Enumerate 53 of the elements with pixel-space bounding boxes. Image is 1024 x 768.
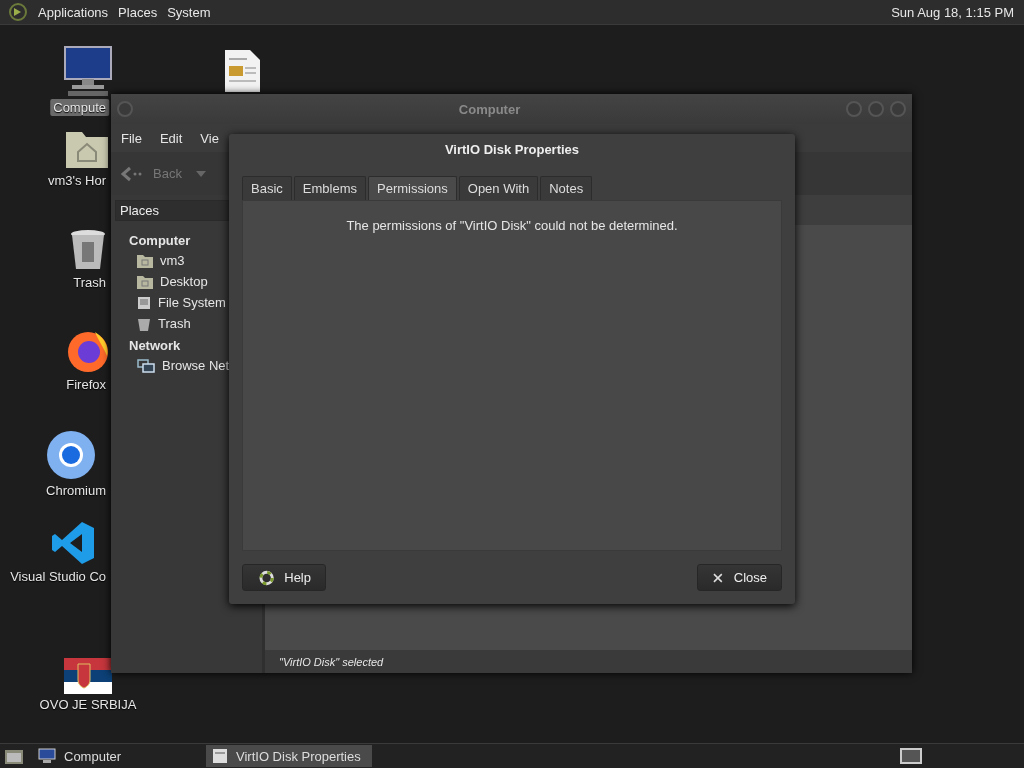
tab[interactable]: Open With [458, 176, 539, 200]
menu-item[interactable]: File [121, 130, 142, 146]
lifebuoy-icon [259, 569, 275, 586]
sidebar-item[interactable]: vm3 [160, 253, 185, 268]
close-button[interactable]: Close [697, 564, 782, 591]
desktop-icon-label[interactable]: Compute [50, 99, 109, 116]
monitor-icon[interactable] [62, 45, 114, 97]
menu-logo-icon[interactable] [8, 2, 28, 22]
menu-item[interactable]: Vie [200, 130, 219, 146]
show-desktop-icon[interactable] [4, 747, 24, 765]
tab[interactable]: Emblems [293, 176, 366, 200]
document-icon [212, 748, 228, 764]
sidebar-item[interactable]: Trash [158, 316, 191, 331]
network-icon [137, 358, 155, 373]
workspace-switcher[interactable] [900, 748, 922, 764]
clock[interactable]: Sun Aug 18, 1:15 PM [891, 4, 1016, 20]
document-icon[interactable] [222, 49, 262, 93]
tab[interactable]: Basic [242, 176, 292, 200]
tab[interactable]: Notes [540, 176, 593, 200]
sidebar-item[interactable]: Browse Net [162, 358, 230, 373]
sidebar-item[interactable]: Desktop [160, 274, 208, 289]
back-arrow-icon [121, 165, 143, 182]
drive-icon [137, 295, 151, 310]
desktop-icon-label[interactable]: Firefox [63, 376, 109, 393]
trash-icon [137, 316, 151, 331]
tab[interactable]: Permissions [368, 176, 457, 200]
dialog-title: VirtIO Disk Properties [444, 141, 580, 157]
help-button[interactable]: Help [242, 564, 326, 591]
desktop-icon-label[interactable]: vm3's Hor [44, 172, 109, 189]
chromium-icon[interactable] [46, 430, 96, 480]
desktop-icon-label[interactable]: OVO JE SRBIJA [36, 696, 140, 713]
desktop-icon-label[interactable]: Trash [70, 274, 109, 291]
folder-icon [137, 274, 153, 289]
message-text: The permissions of "VirtIO Disk" could not be determined. [346, 218, 678, 235]
code-editor-icon[interactable] [50, 520, 96, 566]
sidebar-heading: Computer [128, 232, 192, 250]
panel-menu[interactable]: System [167, 4, 211, 20]
desktop-icon-label[interactable]: Visual Studio Co [7, 568, 109, 585]
status-text: "VirtIO Disk" selected [279, 655, 384, 668]
close-icon [712, 571, 724, 584]
window-title: Computer [457, 101, 522, 117]
desktop-icon-label[interactable]: Chromium [43, 482, 109, 499]
menu-item[interactable]: Edit [159, 130, 183, 146]
monitor-icon [38, 748, 56, 764]
taskbar-button[interactable]: Computer [32, 745, 198, 767]
sidebar-heading: Network [128, 337, 182, 355]
trash-icon[interactable] [68, 228, 108, 272]
flag-icon[interactable] [64, 658, 112, 694]
home-folder-icon [137, 253, 153, 268]
taskbar-button[interactable]: VirtIO Disk Properties [206, 745, 372, 767]
panel-menu[interactable]: Applications [38, 4, 109, 20]
sidebar-item[interactable]: File System [158, 295, 226, 310]
panel-menu[interactable]: Places [118, 4, 158, 20]
